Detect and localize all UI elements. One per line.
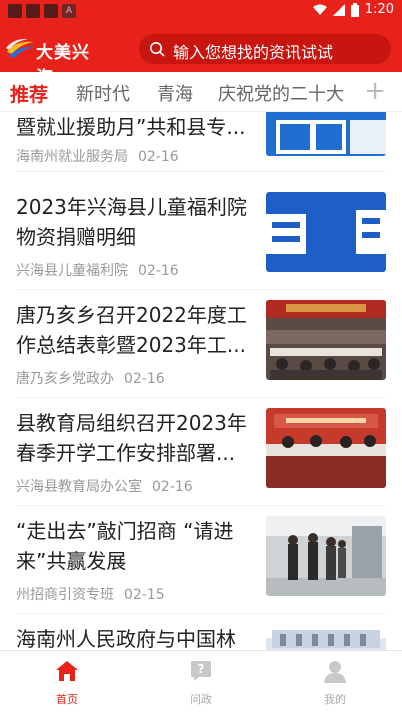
wifi-icon (312, 4, 327, 15)
article-source: 兴海县儿童福利院 (16, 263, 128, 279)
signal-icon (332, 3, 345, 16)
search-bar[interactable]: 输入您想找的资讯试试 (139, 34, 391, 64)
article-title: 2023年兴海县儿童福利院物资捐赠明细 (16, 195, 247, 249)
article-source: 唐乃亥乡党政办 (16, 371, 114, 387)
article-meta: 兴海县教育局办公室 02-16 (16, 476, 193, 496)
category-tabs: 推荐 新时代 青海 庆祝党的二十大 + (0, 72, 402, 112)
nav-profile-label: 我的 (324, 693, 346, 706)
clock: 1:20 (364, 2, 394, 17)
tab-new-era[interactable]: 新时代 (76, 80, 130, 106)
article-thumbnail (266, 408, 386, 488)
article-item[interactable]: 海南州人民政府与中国林 (16, 614, 386, 650)
add-tab-button[interactable]: + (364, 76, 386, 106)
article-title: 县教育局组织召开2023年春季开学工作安排部署... (16, 411, 247, 465)
article-source: 兴海县教育局办公室 (16, 479, 142, 495)
notification-icon (8, 4, 22, 18)
article-source: 州招商引资专班 (16, 587, 114, 603)
article-thumbnail (266, 112, 386, 156)
article-source: 海南州就业服务局 (16, 149, 128, 165)
article-date: 02-16 (152, 479, 193, 495)
notification-icon: A (62, 4, 76, 18)
tab-recommended[interactable]: 推荐 (10, 80, 48, 107)
article-title: 暨就业援助月”共和县专... (16, 115, 246, 139)
article-date: 02-16 (138, 149, 179, 165)
battery-icon (350, 2, 359, 17)
tab-party-congress[interactable]: 庆祝党的二十大 (218, 80, 344, 106)
nav-profile[interactable]: 我的 (295, 659, 375, 707)
article-item[interactable]: 暨就业援助月”共和县专... 海南州就业服务局 02-16 (16, 112, 386, 172)
article-thumbnail (266, 624, 386, 650)
tab-qinghai[interactable]: 青海 (157, 80, 193, 106)
article-thumbnail (266, 516, 386, 596)
article-item[interactable]: 县教育局组织召开2023年春季开学工作安排部署... 兴海县教育局办公室 02-1… (16, 398, 386, 506)
nav-home-label: 首页 (56, 693, 78, 706)
article-item[interactable]: 2023年兴海县儿童福利院物资捐赠明细 兴海县儿童福利院 02-16 (16, 182, 386, 290)
article-date: 02-16 (124, 371, 165, 387)
article-date: 02-16 (138, 263, 179, 279)
article-thumbnail (266, 192, 386, 272)
article-date: 02-15 (124, 587, 165, 603)
user-icon (324, 661, 346, 683)
article-title: 唐乃亥乡召开2022年度工作总结表彰暨2023年工... (16, 303, 247, 357)
nav-inquiry[interactable]: ? 问政 (161, 659, 241, 707)
notification-icons: A (8, 4, 76, 18)
notification-icon (26, 4, 40, 18)
nav-home[interactable]: 首页 (27, 659, 107, 707)
article-meta: 兴海县儿童福利院 02-16 (16, 260, 179, 280)
article-list: 暨就业援助月”共和县专... 海南州就业服务局 02-16 2023年兴海县儿童福… (0, 112, 402, 650)
search-icon (150, 42, 165, 57)
system-indicators: 1:20 (312, 2, 394, 17)
article-title: 海南州人民政府与中国林 (16, 627, 236, 650)
question-icon: ? (191, 661, 211, 681)
article-title: “走出去”敲门招商 “请进来”共赢发展 (16, 519, 234, 573)
status-bar: A 1:20 (0, 0, 402, 22)
article-thumbnail (266, 300, 386, 380)
notification-icon (44, 4, 58, 18)
svg-text:?: ? (198, 662, 205, 676)
article-meta: 州招商引资专班 02-15 (16, 584, 165, 604)
nav-inquiry-label: 问政 (190, 693, 212, 706)
app-header: 大美兴海 输入您想找的资讯试试 (0, 22, 402, 88)
home-icon (56, 661, 78, 681)
article-item[interactable]: “走出去”敲门招商 “请进来”共赢发展 州招商引资专班 02-15 (16, 506, 386, 614)
article-item[interactable]: 唐乃亥乡召开2022年度工作总结表彰暨2023年工... 唐乃亥乡党政办 02-1… (16, 290, 386, 398)
search-placeholder: 输入您想找的资讯试试 (173, 43, 334, 62)
article-meta: 唐乃亥乡党政办 02-16 (16, 368, 165, 388)
article-meta: 海南州就业服务局 02-16 (16, 146, 179, 166)
bottom-nav: 首页 ? 问政 我的 (0, 650, 402, 714)
app-logo[interactable]: 大美兴海 (6, 36, 106, 88)
logo-mark-icon (6, 38, 35, 58)
